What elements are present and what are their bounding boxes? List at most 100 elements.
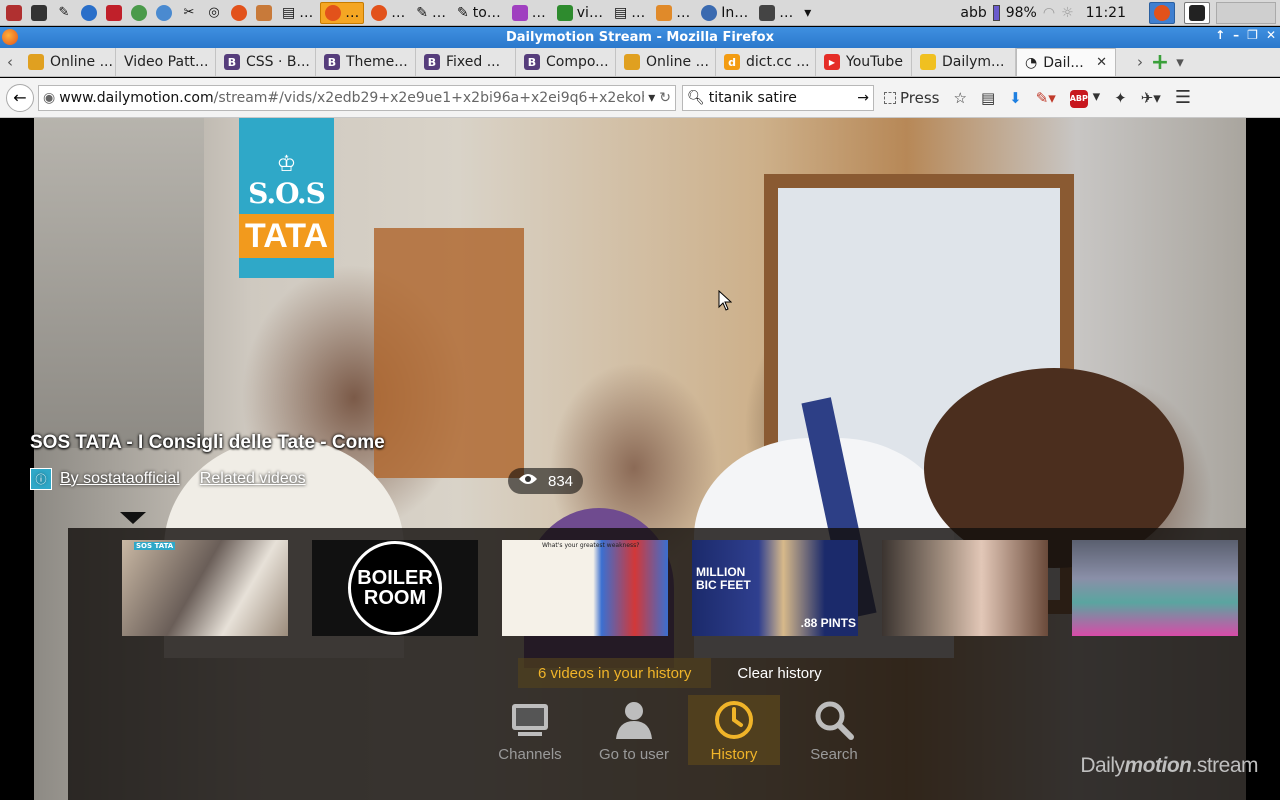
files-launch-icon[interactable] xyxy=(253,2,275,24)
browser-tab[interactable]: Online ... xyxy=(616,48,716,76)
circle-launch-icon[interactable]: ◎ xyxy=(203,2,225,24)
video-thumbnail[interactable]: SOS TATA xyxy=(122,540,288,636)
minimize-icon[interactable]: – xyxy=(1233,28,1239,42)
ide-icon xyxy=(511,4,528,21)
tab-channels[interactable]: Channels xyxy=(480,695,580,765)
taskbar-task[interactable]: ✎ to… xyxy=(453,2,505,24)
url-dropdown-icon[interactable]: ▾ xyxy=(648,90,655,106)
clock[interactable]: 11:21 xyxy=(1086,5,1126,21)
extension-icon[interactable]: ✦ xyxy=(1114,89,1127,107)
spreadsheet-icon xyxy=(556,4,573,21)
search-bar[interactable]: 🔍︎ → xyxy=(682,84,874,111)
mail-launch-icon[interactable] xyxy=(103,2,125,24)
document-icon: ▤ xyxy=(282,4,296,21)
brush-icon[interactable]: ✎▾ xyxy=(1036,89,1056,107)
crown-icon: ♔ xyxy=(276,152,297,177)
video-title[interactable]: SOS TATA - I Consigli delle Tate - Come xyxy=(30,432,385,454)
chrome-launch-icon[interactable] xyxy=(128,2,150,24)
reading-list-icon[interactable]: ▤ xyxy=(981,89,995,107)
browser-tab[interactable]: B Theme... xyxy=(316,48,416,76)
author-avatar[interactable]: ⓘ xyxy=(30,468,52,490)
author-link[interactable]: By sostataofficial xyxy=(60,470,180,487)
terminal-launch-icon[interactable] xyxy=(28,2,50,24)
video-thumbnail[interactable]: BOILER ROOM xyxy=(312,540,478,636)
browser-tab[interactable]: ▶ YouTube xyxy=(816,48,912,76)
extension-menu-icon[interactable]: ✈▾ xyxy=(1141,89,1161,107)
browser-tab-active[interactable]: ◔ Dail... ✕ xyxy=(1016,48,1116,76)
workspace-switcher[interactable] xyxy=(1216,1,1276,24)
press-button[interactable]: Press xyxy=(884,89,939,107)
tab-scroll-left-icon[interactable]: ‹ xyxy=(0,48,20,76)
scene-cabinet xyxy=(374,228,524,478)
adblock-button[interactable]: ABP ▾ xyxy=(1070,87,1100,108)
browser-tab[interactable]: B Compo... xyxy=(516,48,616,76)
taskbar-task[interactable]: ✎… xyxy=(412,2,450,24)
taskbar-task[interactable]: … xyxy=(367,2,409,24)
search-input[interactable] xyxy=(708,89,854,106)
chromium-launch-icon[interactable] xyxy=(153,2,175,24)
back-button[interactable]: ← xyxy=(6,83,34,112)
site-info-icon[interactable]: ◉ xyxy=(43,90,55,106)
download-icon[interactable]: ⬇ xyxy=(1009,89,1022,107)
url-bar[interactable]: ◉ www.dailymotion.com/stream#/vids/x2edb… xyxy=(38,84,676,111)
bottom-nav: Channels Go to user History Search xyxy=(480,695,884,765)
wifi-icon[interactable]: ◠ xyxy=(1043,5,1055,21)
browser-tab[interactable]: d dict.cc ... xyxy=(716,48,816,76)
taskbar-task[interactable]: … xyxy=(755,2,797,24)
terminal-icon xyxy=(759,4,776,21)
video-thumbnail[interactable] xyxy=(1072,540,1238,636)
tools-launch-icon[interactable]: ✂ xyxy=(178,2,200,24)
taskbar-task-active[interactable]: … xyxy=(320,1,365,24)
bookmark-star-icon[interactable]: ☆ xyxy=(953,89,966,107)
close-tab-icon[interactable]: ✕ xyxy=(1096,55,1107,70)
taskbar-task[interactable]: In… xyxy=(697,2,752,24)
restore-icon[interactable]: ❐ xyxy=(1247,28,1258,42)
keyboard-layout[interactable]: abb xyxy=(960,5,986,21)
video-thumbnail[interactable] xyxy=(882,540,1048,636)
editor-launch-icon[interactable]: ✎ xyxy=(53,2,75,24)
browser-tab[interactable]: B CSS · B... xyxy=(216,48,316,76)
taskbar-task[interactable]: … xyxy=(652,2,694,24)
tab-scroll-right-icon[interactable]: › xyxy=(1130,48,1150,76)
user-icon xyxy=(614,700,654,740)
browser-launch-icon[interactable] xyxy=(78,2,100,24)
tab-go-to-user[interactable]: Go to user xyxy=(584,695,684,765)
tab-history[interactable]: History xyxy=(688,695,780,765)
video-thumbnail[interactable]: What's your greatest weakness? xyxy=(502,540,668,636)
press-checkbox-icon xyxy=(884,91,896,104)
chevron-down-icon: ▾ xyxy=(804,4,812,21)
clear-history-button[interactable]: Clear history xyxy=(737,665,821,682)
browser-tab[interactable]: Online ... xyxy=(20,48,116,76)
browser-tab[interactable]: Dailym... xyxy=(912,48,1016,76)
firefox-launch-icon[interactable] xyxy=(228,2,250,24)
taskbar-overflow-button[interactable]: ▾ xyxy=(800,2,815,24)
launcher-icon[interactable] xyxy=(3,2,25,24)
taskbar-task[interactable]: vi… xyxy=(553,2,607,24)
firefox-tray-icon[interactable] xyxy=(1149,1,1175,24)
reload-icon[interactable]: ↻ xyxy=(659,90,671,106)
browser-tab[interactable]: Video Patt... xyxy=(116,48,216,76)
hamburger-menu-icon[interactable]: ☰ xyxy=(1175,87,1191,108)
url-text[interactable]: www.dailymotion.com/stream#/vids/x2edb29… xyxy=(59,90,644,106)
related-videos-link[interactable]: Related videos xyxy=(200,470,306,488)
taskbar-task[interactable]: … xyxy=(508,2,550,24)
tv-icon xyxy=(510,700,550,740)
tab-search[interactable]: Search xyxy=(784,695,884,765)
new-tab-icon[interactable]: + xyxy=(1150,48,1170,76)
browser-tab[interactable]: B Fixed ... xyxy=(416,48,516,76)
terminal-tray-icon[interactable] xyxy=(1184,1,1210,24)
taskbar-task[interactable]: ▤… xyxy=(610,2,649,24)
taskbar-task[interactable]: ▤… xyxy=(278,2,317,24)
search-go-icon[interactable]: → xyxy=(857,90,869,106)
close-icon[interactable]: ✕ xyxy=(1266,28,1276,42)
bootstrap-icon: B xyxy=(424,54,440,70)
history-count: 6 videos in your history xyxy=(518,658,712,688)
window-title: Dailymotion Stream - Mozilla Firefox xyxy=(505,30,775,45)
maximize-up-icon[interactable]: ↑ xyxy=(1215,28,1225,42)
boiler-room-logo: BOILER ROOM xyxy=(348,541,442,635)
video-background[interactable]: ♔ S.O.S TATA SOS TATA BOILER ROOM What's… xyxy=(34,118,1246,800)
tab-list-icon[interactable]: ▾ xyxy=(1170,48,1190,76)
view-count: 834 xyxy=(508,468,584,494)
video-thumbnail[interactable]: MILLION BIC FEET .88 PINTS xyxy=(692,540,858,636)
battery-level: 98% xyxy=(1005,4,1037,21)
